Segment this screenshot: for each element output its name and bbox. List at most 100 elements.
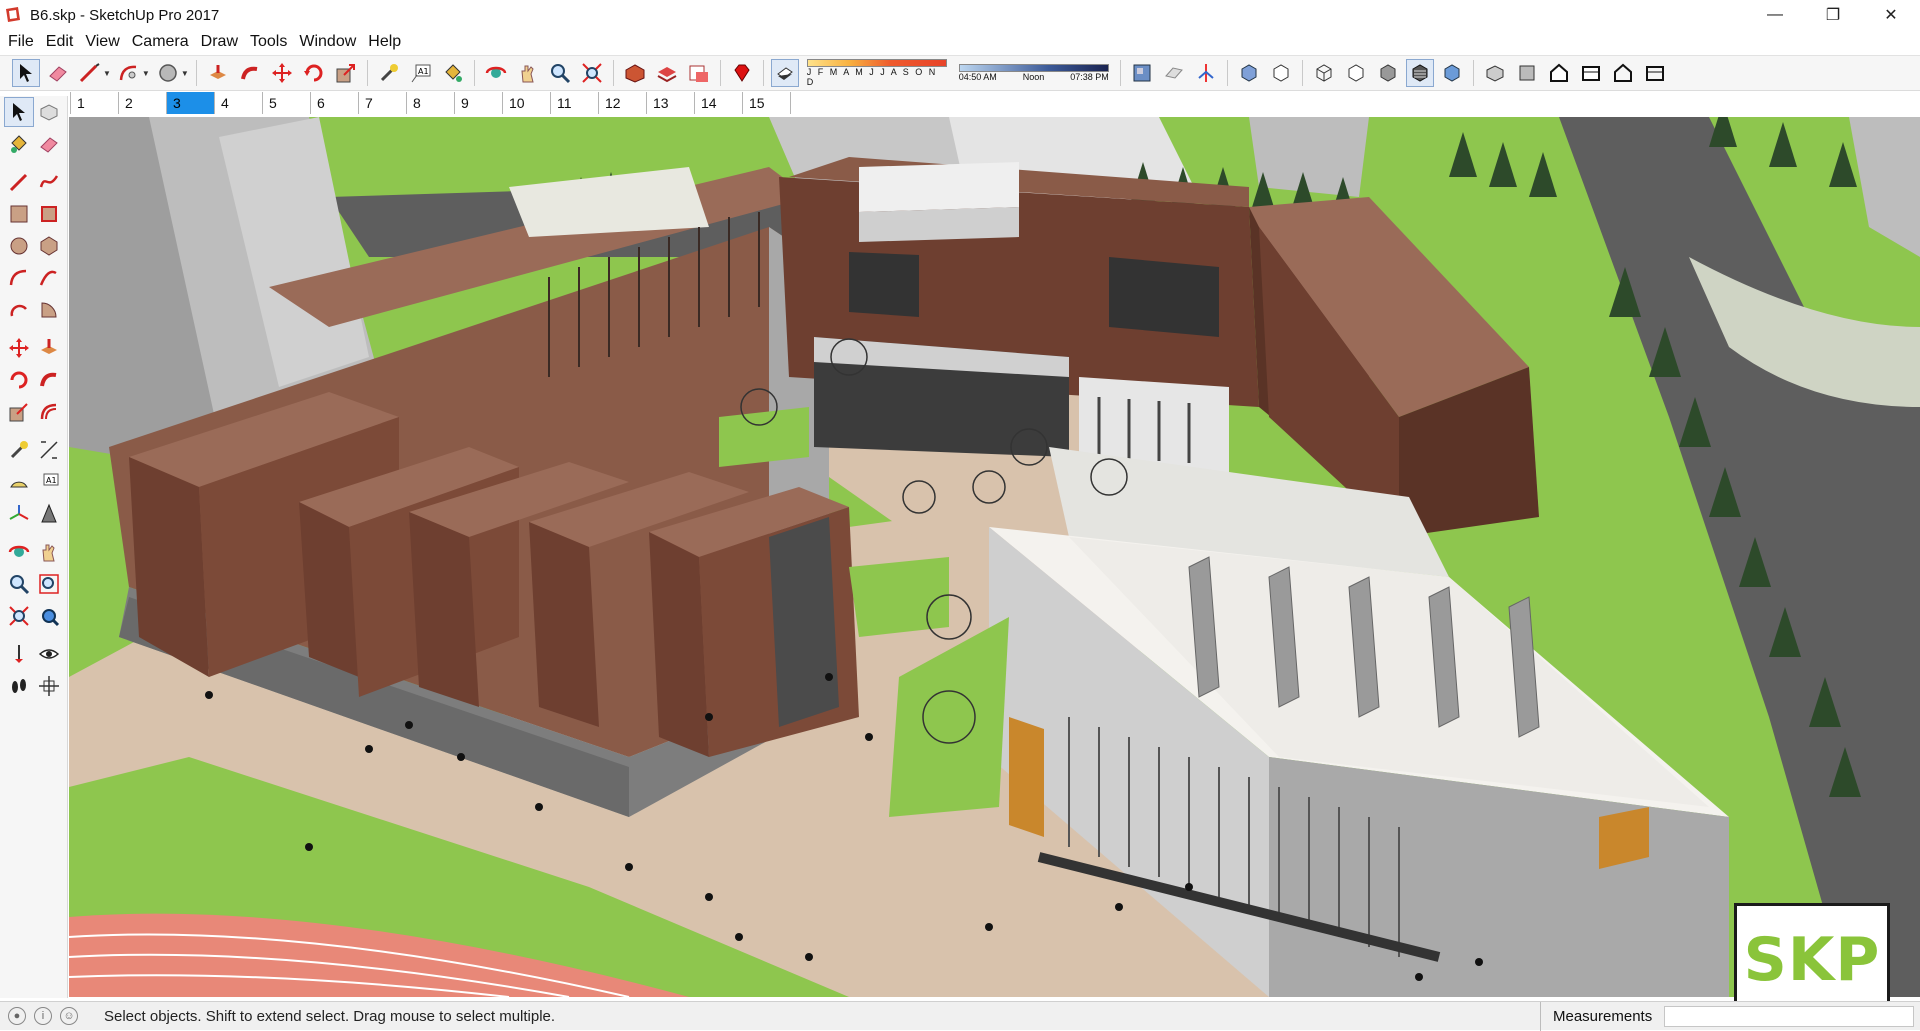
shadow-toggle-icon[interactable]: [770, 59, 799, 87]
look-around-icon[interactable]: [34, 639, 64, 669]
rotate-icon[interactable]: [4, 365, 34, 395]
front-view-icon[interactable]: [1545, 59, 1573, 87]
ruby-icon[interactable]: [728, 59, 756, 87]
shadow-month-slider[interactable]: J F M A M J J A S O N D: [806, 59, 947, 87]
right-view-icon[interactable]: [1577, 59, 1605, 87]
chevron-down-icon[interactable]: ▼: [103, 69, 111, 78]
top-view-icon[interactable]: [1513, 59, 1541, 87]
geo-location-icon[interactable]: ●: [8, 1007, 26, 1025]
menu-file[interactable]: File: [2, 30, 40, 54]
scene-tab[interactable]: 7: [358, 92, 406, 114]
select-arrow-icon[interactable]: [12, 59, 40, 87]
two-point-arc-icon[interactable]: [34, 263, 64, 293]
scene-tab[interactable]: 1: [70, 92, 118, 114]
zoom-window-icon[interactable]: [34, 569, 64, 599]
chevron-down-icon[interactable]: ▼: [181, 69, 189, 78]
styles-icon[interactable]: [1160, 59, 1188, 87]
polygon-icon[interactable]: [34, 231, 64, 261]
wireframe-icon[interactable]: [1310, 59, 1338, 87]
3d-text-icon[interactable]: [34, 499, 64, 529]
pie-icon[interactable]: [34, 295, 64, 325]
scene-tab-active[interactable]: 3: [166, 92, 214, 114]
walk-icon[interactable]: [4, 671, 34, 701]
scene-tab[interactable]: 14: [694, 92, 742, 114]
position-camera-icon[interactable]: [4, 639, 34, 669]
shaded-icon[interactable]: [1374, 59, 1402, 87]
move-icon[interactable]: [4, 333, 34, 363]
text-icon[interactable]: A1: [407, 59, 435, 87]
axes-icon[interactable]: [4, 499, 34, 529]
menu-camera[interactable]: Camera: [126, 30, 195, 54]
zoom-extents-icon[interactable]: [4, 601, 34, 631]
push-pull-icon[interactable]: [204, 59, 232, 87]
menu-view[interactable]: View: [79, 30, 125, 54]
warehouse-icon[interactable]: [621, 59, 649, 87]
pencil-line-icon[interactable]: [76, 59, 104, 87]
zoom-icon[interactable]: [4, 569, 34, 599]
scene-tab[interactable]: 4: [214, 92, 262, 114]
scene-tab[interactable]: 8: [406, 92, 454, 114]
zoom-icon[interactable]: [546, 59, 574, 87]
shadow-time-slider[interactable]: 04:50 AM Noon 07:38 PM: [958, 64, 1109, 82]
menu-help[interactable]: Help: [362, 30, 407, 54]
rotate-icon[interactable]: [300, 59, 328, 87]
dimension-icon[interactable]: [34, 435, 64, 465]
rectangle-icon[interactable]: [4, 199, 34, 229]
chevron-down-icon[interactable]: ▼: [142, 69, 150, 78]
scene-tab[interactable]: 15: [742, 92, 790, 114]
text-icon[interactable]: A1: [34, 467, 64, 497]
zoom-extents-icon[interactable]: [578, 59, 606, 87]
xray-icon[interactable]: [1235, 59, 1263, 87]
monochrome-icon[interactable]: [1438, 59, 1466, 87]
scene-tab[interactable]: 2: [118, 92, 166, 114]
follow-me-icon[interactable]: [34, 365, 64, 395]
shaded-textures-icon[interactable]: [1405, 59, 1434, 87]
components-icon[interactable]: [1192, 59, 1220, 87]
user-account-icon[interactable]: ☺: [60, 1007, 78, 1025]
extension-warehouse-icon[interactable]: [653, 59, 681, 87]
scene-tab[interactable]: 10: [502, 92, 550, 114]
close-button[interactable]: ✕: [1862, 0, 1920, 30]
orbit-icon[interactable]: [482, 59, 510, 87]
credits-icon[interactable]: i: [34, 1007, 52, 1025]
menu-window[interactable]: Window: [293, 30, 362, 54]
previous-view-icon[interactable]: [34, 601, 64, 631]
rotated-rectangle-icon[interactable]: [34, 199, 64, 229]
make-component-icon[interactable]: [34, 97, 64, 127]
move-icon[interactable]: [268, 59, 296, 87]
eraser-icon[interactable]: [34, 129, 64, 159]
model-viewport[interactable]: [69, 117, 1920, 997]
minimize-button[interactable]: —: [1746, 0, 1804, 30]
paint-bucket-icon[interactable]: [439, 59, 467, 87]
back-view-icon[interactable]: [1609, 59, 1637, 87]
tape-measure-icon[interactable]: [375, 59, 403, 87]
three-point-arc-icon[interactable]: [4, 295, 34, 325]
menu-draw[interactable]: Draw: [195, 30, 244, 54]
time-gradient[interactable]: [958, 64, 1109, 72]
freehand-icon[interactable]: [34, 167, 64, 197]
pan-icon[interactable]: [34, 537, 64, 567]
menu-tools[interactable]: Tools: [244, 30, 293, 54]
push-pull-icon[interactable]: [34, 333, 64, 363]
scene-tab[interactable]: 5: [262, 92, 310, 114]
model-info-icon[interactable]: [1128, 59, 1156, 87]
scale-icon[interactable]: [4, 397, 34, 427]
menu-edit[interactable]: Edit: [40, 30, 80, 54]
protractor-icon[interactable]: [4, 467, 34, 497]
select-icon[interactable]: [4, 97, 34, 127]
arc-icon[interactable]: [115, 59, 143, 87]
pan-icon[interactable]: [514, 59, 542, 87]
eraser-icon[interactable]: [44, 59, 72, 87]
iso-view-icon[interactable]: [1481, 59, 1509, 87]
scene-tab[interactable]: 6: [310, 92, 358, 114]
layout-icon[interactable]: [685, 59, 713, 87]
paint-bucket-icon[interactable]: [4, 129, 34, 159]
circle-icon[interactable]: [154, 59, 182, 87]
scene-tab[interactable]: 9: [454, 92, 502, 114]
scene-tab[interactable]: 12: [598, 92, 646, 114]
tape-measure-icon[interactable]: [4, 435, 34, 465]
scene-tab[interactable]: 11: [550, 92, 598, 114]
back-edges-icon[interactable]: [1267, 59, 1295, 87]
month-gradient[interactable]: [806, 59, 947, 67]
restore-button[interactable]: ❐: [1804, 0, 1862, 30]
